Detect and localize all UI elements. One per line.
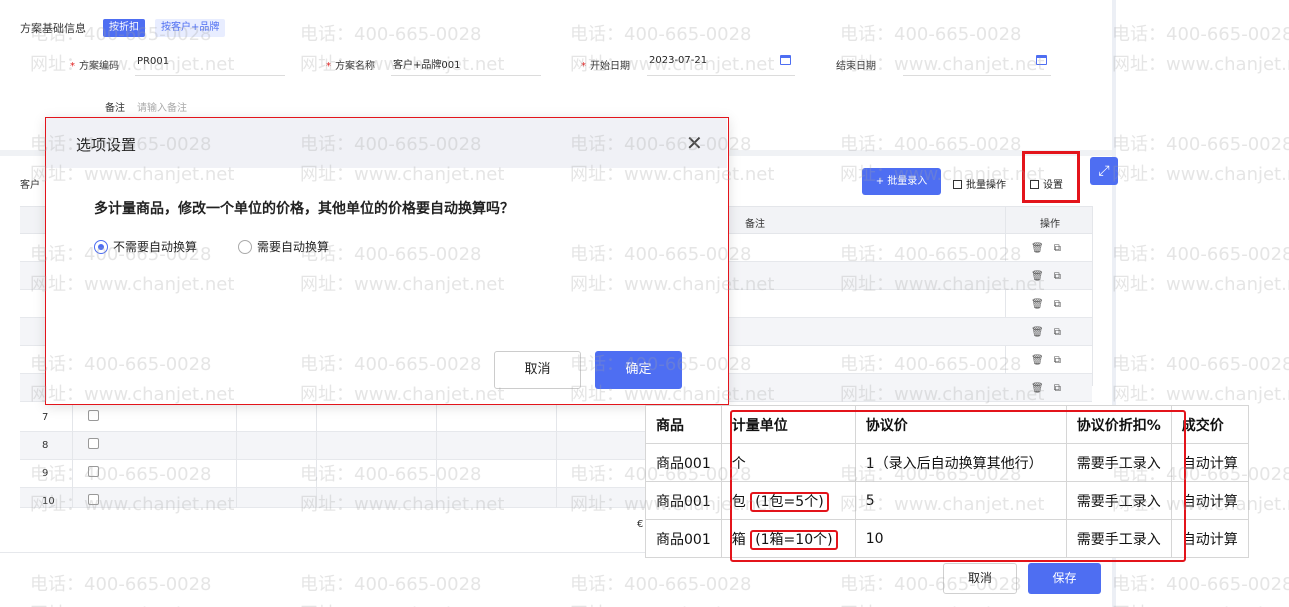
row-ops[interactable]: 🗑⧉ [1031,299,1071,310]
row-number: 7 [42,412,49,423]
watermark-phone: 电话：400-665-0028 [840,24,1022,45]
note-input[interactable]: 请输入备注 [137,99,187,114]
dialog-question: 多计量商品，修改一个单位的价格，其他单位的价格要自动换算吗？ [94,201,514,217]
calendar-icon[interactable] [780,55,791,65]
dialog-cancel-button[interactable]: 取消 [494,351,581,389]
row-ops[interactable]: 🗑⧉ [1031,355,1071,366]
cell-deal: 自动计算 [1170,481,1249,520]
col-unit: 计量单位 [720,405,856,444]
row-ops[interactable]: 🗑⧉ [1031,383,1071,394]
cell-discount: 需要手工录入 [1065,443,1172,482]
row-ops[interactable]: 🗑⧉ [1031,243,1071,254]
name-input[interactable]: 客户+品牌001 [393,56,460,71]
radio-no-auto-convert[interactable]: 不需要自动换算 [94,238,197,255]
watermark-phone: 电话：400-665-0028 [1112,24,1289,45]
table-row: 商品001 个 1（录入后自动换算其他行） 需要手工录入 自动计算 [645,443,1249,482]
cell-discount: 需要手工录入 [1065,519,1172,558]
watermark-phone: 电话：400-665-0028 [1112,134,1289,155]
note-label: 备注 [105,103,125,114]
row-number: 8 [42,440,49,451]
watermark-site: 网址：www.chanjet.net [30,54,235,75]
watermark-phone: 电话：400-665-0028 [1112,354,1289,375]
watermark-phone: 电话：400-665-0028 [1112,574,1289,595]
col-ops: 操作 [1040,219,1060,230]
cell-deal: 自动计算 [1170,519,1249,558]
unit-conversion-note: (1箱=10个) [750,529,838,550]
watermark-phone: 电话：400-665-0028 [570,24,752,45]
expand-icon[interactable]: ⤢ [1090,157,1118,185]
watermark-site: 网址：www.chanjet.net [840,600,1044,607]
code-label: * 方案编码 [70,61,119,72]
code-input[interactable]: PR001 [137,56,169,67]
cell-discount: 需要手工录入 [1065,481,1172,520]
table-header-row: 商品 计量单位 协议价 协议价折扣% 成交价 [645,405,1249,444]
cell-unit: 箱 (1箱=10个) [720,519,856,558]
cell-deal: 自动计算 [1170,443,1249,482]
fragment-text: € [637,519,644,530]
cell-price: 5 [854,481,1067,520]
col-discount: 协议价折扣% [1065,405,1172,444]
dialog-title: 选项设置 [76,136,137,154]
name-label: * 方案名称 [326,61,375,72]
watermark-site: 网址：www.chanjet.net [30,600,234,607]
dialog-header [46,118,727,168]
col-deal: 成交价 [1170,405,1249,444]
options-dialog: 选项设置 ✕ 多计量商品，修改一个单位的价格，其他单位的价格要自动换算吗？ 不需… [45,117,729,405]
row-checkbox[interactable] [88,410,99,421]
watermark-site: 网址：www.chanjet.net [1112,384,1289,405]
watermark-phone: 电话：400-665-0028 [30,574,212,595]
row-number: 9 [42,468,49,479]
radio-checked-icon [94,240,108,254]
start-date-label: * 开始日期 [581,61,630,72]
section-title: 方案基础信息 [20,22,86,35]
table-row: 商品001 箱 (1箱=10个) 10 需要手工录入 自动计算 [645,519,1249,558]
highlight-settings [1022,151,1080,203]
cell-price: 10 [854,519,1067,558]
col-note: 备注 [745,219,765,230]
row-ops[interactable]: 🗑⧉ [1031,327,1071,338]
start-date-input[interactable]: 2023-07-21 [649,55,707,66]
row-checkbox[interactable] [88,438,99,449]
watermark-site: 网址：www.chanjet.net [300,600,504,607]
save-button[interactable]: 保存 [1028,563,1101,594]
table-row: 商品001 包 (1包=5个) 5 需要手工录入 自动计算 [645,481,1249,520]
watermark-phone: 电话：400-665-0028 [300,24,482,45]
cell-product: 商品001 [645,519,722,558]
customer-label: 客户 [20,180,40,191]
cell-unit: 包 (1包=5个) [720,481,856,520]
row-checkbox[interactable] [88,466,99,477]
cell-product: 商品001 [645,443,722,482]
close-icon[interactable]: ✕ [686,131,703,155]
watermark-phone: 电话：400-665-0028 [570,574,752,595]
dialog-ok-button[interactable]: 确定 [595,351,682,389]
explanation-table: 商品 计量单位 协议价 协议价折扣% 成交价 商品001 个 1（录入后自动换算… [645,405,1249,558]
col-product: 商品 [645,405,722,444]
watermark-phone: 电话：400-665-0028 [300,574,482,595]
watermark-site: 网址：www.chanjet.net [1112,164,1289,185]
batch-ops-button[interactable]: 批量操作 [953,176,1006,191]
watermark-site: 网址：www.chanjet.net [1112,274,1289,295]
cell-price: 1（录入后自动换算其他行） [854,443,1067,482]
tab-by-customer-brand[interactable]: 按客户+品牌 [155,19,226,37]
batch-entry-button[interactable]: + 批量录入 [862,168,941,195]
row-number: 10 [42,496,55,507]
row-checkbox[interactable] [88,494,99,505]
cancel-button[interactable]: 取消 [943,563,1017,594]
edit-icon [953,180,962,189]
end-date-label: 结束日期 [836,61,876,72]
watermark-site: 网址：www.chanjet.net [1112,600,1289,607]
watermark-site: 网址：www.chanjet.net [1112,54,1289,75]
tab-by-discount[interactable]: 按折扣 [103,19,145,37]
unit-conversion-note: (1包=5个) [750,491,829,512]
watermark-site: 网址：www.chanjet.net [570,600,774,607]
row-ops[interactable]: 🗑⧉ [1031,271,1071,282]
calendar-icon[interactable] [1036,55,1047,65]
radio-unchecked-icon [238,240,252,254]
watermark-phone: 电话：400-665-0028 [1112,244,1289,265]
radio-auto-convert[interactable]: 需要自动换算 [238,238,329,255]
cell-unit: 个 [720,443,856,482]
col-price: 协议价 [854,405,1067,444]
cell-product: 商品001 [645,481,722,520]
